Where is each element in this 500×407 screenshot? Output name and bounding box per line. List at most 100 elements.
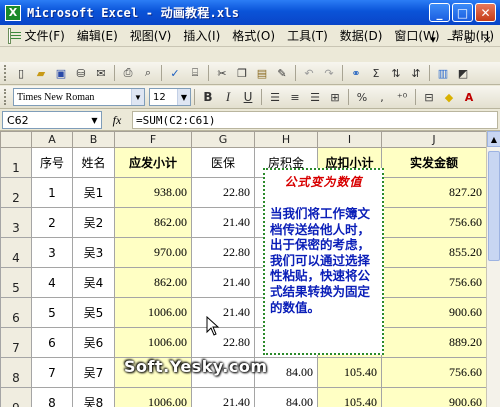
fill-color-icon[interactable]: ◆ <box>439 88 459 106</box>
cell-gross[interactable]: 862.00 <box>114 267 192 298</box>
font-size-select[interactable]: 12 ▼ <box>149 88 191 106</box>
borders-icon[interactable]: ⊟ <box>419 88 439 106</box>
insert-function-icon[interactable]: fx <box>102 113 132 128</box>
cell-name[interactable]: 吴5 <box>72 297 115 328</box>
menu-insert[interactable]: 插入(I) <box>177 27 226 44</box>
column-header[interactable]: A <box>31 131 73 148</box>
cell-net[interactable]: 756.60 <box>381 357 487 388</box>
row-header[interactable]: 7 <box>0 327 32 358</box>
column-header[interactable]: G <box>191 131 255 148</box>
menu-file[interactable]: 文件(F) <box>19 27 71 44</box>
cell-gross[interactable]: 938.00 <box>114 177 192 208</box>
email-icon[interactable]: ✉ <box>91 64 111 82</box>
menu-data[interactable]: 数据(D) <box>334 27 389 44</box>
cell-gross[interactable]: 1006.00 <box>114 327 192 358</box>
menu-format[interactable]: 格式(O) <box>226 27 281 44</box>
cell-net[interactable]: 900.60 <box>381 387 487 407</box>
column-header[interactable]: B <box>72 131 115 148</box>
row-header[interactable]: 2 <box>0 177 32 208</box>
row-header[interactable]: 8 <box>0 357 32 388</box>
column-header[interactable]: I <box>317 131 382 148</box>
row-header[interactable]: 3 <box>0 207 32 238</box>
cell-net[interactable]: 900.60 <box>381 297 487 328</box>
workbook-close-button[interactable]: × <box>480 32 494 46</box>
row-header[interactable]: 9 <box>0 387 32 407</box>
maximize-button[interactable]: □ <box>452 3 473 22</box>
print-preview-icon[interactable]: ⌕ <box>138 64 158 82</box>
new-icon[interactable]: ▯ <box>11 64 31 82</box>
menu-edit[interactable]: 编辑(E) <box>71 27 124 44</box>
cell-net[interactable]: 756.60 <box>381 207 487 238</box>
menu-tools[interactable]: 工具(T) <box>281 27 334 44</box>
cell-gross[interactable]: 862.00 <box>114 207 192 238</box>
underline-button[interactable]: U <box>238 88 258 106</box>
workbook-minimize-button[interactable]: − <box>444 32 458 46</box>
minimize-button[interactable]: _ <box>429 3 450 22</box>
format-painter-icon[interactable]: ✎ <box>272 64 292 82</box>
select-all-corner[interactable] <box>0 131 32 148</box>
cell-name[interactable]: 吴7 <box>72 357 115 388</box>
cell-name[interactable]: 吴4 <box>72 267 115 298</box>
spelling-icon[interactable]: ✓ <box>165 64 185 82</box>
font-name-select[interactable]: Times New Roman ▼ <box>13 88 145 106</box>
chevron-down-icon[interactable]: ▼ <box>177 89 190 105</box>
permission-icon[interactable]: ⛁ <box>71 64 91 82</box>
cell-medical[interactable]: 22.80 <box>191 177 255 208</box>
cell-medical[interactable]: 22.80 <box>191 327 255 358</box>
close-button[interactable]: ✕ <box>475 3 496 22</box>
cell-seq[interactable]: 4 <box>31 267 73 298</box>
row-header[interactable]: 5 <box>0 267 32 298</box>
cell-seq[interactable]: 2 <box>31 207 73 238</box>
cell-seq[interactable]: 7 <box>31 357 73 388</box>
chevron-down-icon[interactable]: ▼ <box>131 89 144 105</box>
toolbar-grip[interactable] <box>4 65 7 81</box>
cell-medical[interactable]: 21.40 <box>191 207 255 238</box>
chevron-down-icon[interactable]: ▼ <box>88 112 101 128</box>
bold-button[interactable]: B <box>198 88 218 106</box>
cell-name[interactable]: 吴2 <box>72 207 115 238</box>
align-left-icon[interactable]: ☰ <box>265 88 285 106</box>
annotation-textbox[interactable]: 公式变为数值 当我们将工作簿文档传送给他人时，出于保密的考虑，我们可以通过选择性… <box>263 168 384 355</box>
align-right-icon[interactable]: ☰ <box>305 88 325 106</box>
cell-housing[interactable]: 84.00 <box>254 387 318 407</box>
increase-decimal-icon[interactable]: ⁺⁰ <box>392 88 412 106</box>
help-dropdown-button[interactable]: ▾ <box>426 32 440 46</box>
cell-gross[interactable]: 1006.00 <box>114 297 192 328</box>
row-header[interactable]: 4 <box>0 237 32 268</box>
hyperlink-icon[interactable]: ⚭ <box>346 64 366 82</box>
cell-medical[interactable]: 21.40 <box>191 297 255 328</box>
autosum-icon[interactable]: Σ <box>366 64 386 82</box>
cell-net[interactable]: 827.20 <box>381 177 487 208</box>
cell-header-gross[interactable]: 应发小计 <box>114 147 192 178</box>
menu-view[interactable]: 视图(V) <box>124 27 178 44</box>
column-header[interactable]: H <box>254 131 318 148</box>
cell-seq[interactable]: 6 <box>31 327 73 358</box>
cell-medical[interactable]: 21.40 <box>191 387 255 407</box>
undo-icon[interactable]: ↶ <box>299 64 319 82</box>
cell-deduct[interactable]: 105.40 <box>317 357 382 388</box>
column-header[interactable]: F <box>114 131 192 148</box>
italic-button[interactable]: I <box>218 88 238 106</box>
workbook-icon[interactable] <box>8 27 19 44</box>
cell-gross[interactable]: 970.00 <box>114 237 192 268</box>
cell-deduct[interactable]: 105.40 <box>317 387 382 407</box>
cell-seq[interactable]: 1 <box>31 177 73 208</box>
cell-header-net[interactable]: 实发金额 <box>381 147 487 178</box>
workbook-restore-button[interactable]: ▫ <box>462 32 476 46</box>
open-icon[interactable]: ▰ <box>31 64 51 82</box>
sort-descending-icon[interactable]: ⇵ <box>406 64 426 82</box>
percent-style-icon[interactable]: % <box>352 88 372 106</box>
scrollbar-thumb[interactable] <box>488 151 500 261</box>
excel-app-icon[interactable]: X <box>5 4 21 21</box>
cell-name[interactable]: 吴6 <box>72 327 115 358</box>
cell-net[interactable]: 756.60 <box>381 267 487 298</box>
cut-icon[interactable]: ✂ <box>212 64 232 82</box>
save-icon[interactable]: ▣ <box>51 64 71 82</box>
cell-seq[interactable]: 3 <box>31 237 73 268</box>
toolbar-grip[interactable] <box>4 89 7 105</box>
cell-net[interactable]: 889.20 <box>381 327 487 358</box>
cell-header-name[interactable]: 姓名 <box>72 147 115 178</box>
row-header[interactable]: 6 <box>0 297 32 328</box>
print-icon[interactable]: ⎙ <box>118 64 138 82</box>
comma-style-icon[interactable]: , <box>372 88 392 106</box>
